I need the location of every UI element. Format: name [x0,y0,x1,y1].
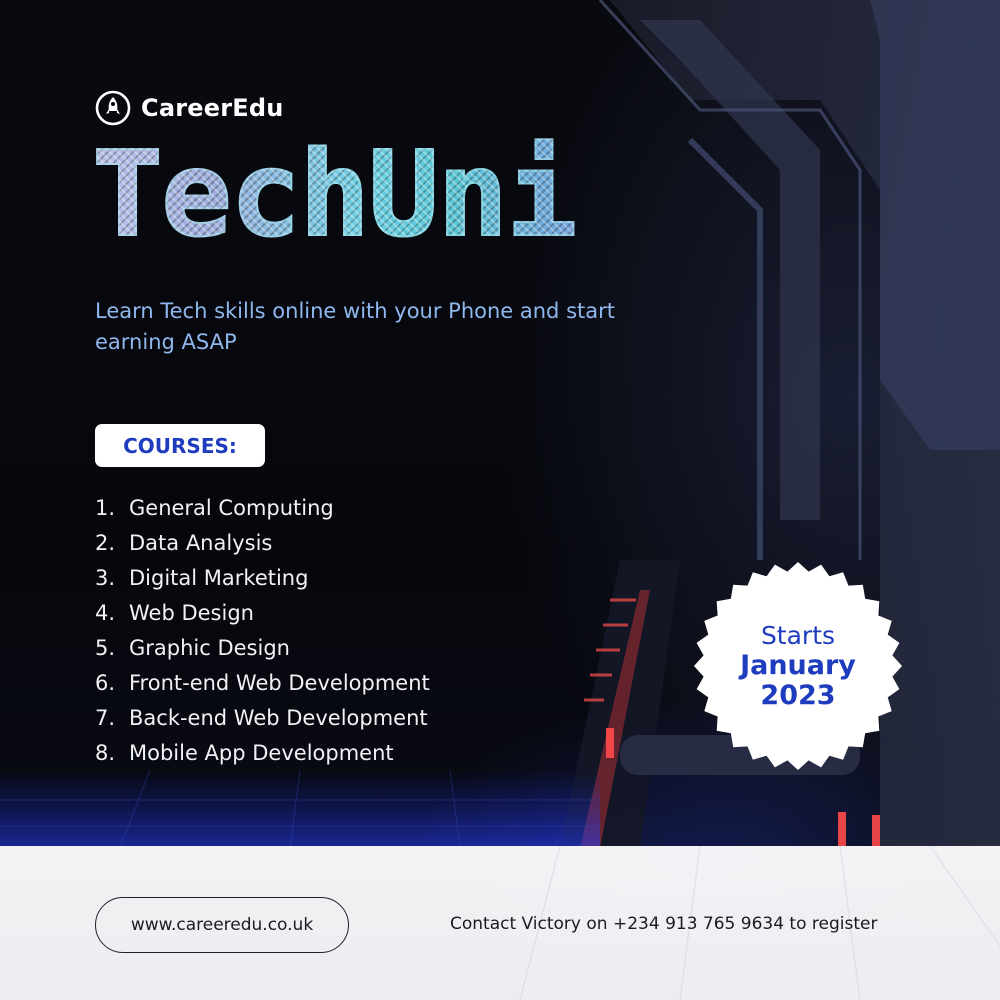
starts-label: Starts [760,621,836,650]
course-name: Graphic Design [129,636,290,660]
course-number: 8. [95,741,116,765]
courses-heading-badge: COURSES: [95,424,265,467]
start-month: January [740,650,856,681]
headline-title-text: TechUni [91,125,578,263]
course-name: Back-end Web Development [129,706,428,730]
course-number: 2. [95,531,116,555]
headline-title: TechUni [91,125,578,263]
course-item: 5. Graphic Design [95,632,430,667]
course-number: 3. [95,566,116,590]
course-name: Data Analysis [129,531,273,555]
website-url: www.careeredu.co.uk [130,915,314,935]
course-list: 1. General Computing 2. Data Analysis 3. Di… [95,492,430,772]
website-link[interactable]: www.careeredu.co.uk [95,897,349,953]
course-name: General Computing [129,496,334,520]
courses-heading: COURSES: [123,433,237,458]
course-item: 4. Web Design [95,597,430,632]
rocket-icon [95,90,131,126]
course-item: 8. Mobile App Development [95,737,430,772]
start-date-badge: Starts January 2023 [692,560,904,772]
course-name: Digital Marketing [129,566,309,590]
course-item: 2. Data Analysis [95,527,430,562]
course-number: 1. [95,496,116,520]
course-item: 6. Front-end Web Development [95,667,430,702]
course-number: 4. [95,601,116,625]
course-name: Mobile App Development [129,741,394,765]
start-year: 2023 [760,680,836,711]
brand-name: CareerEdu [141,94,284,122]
course-item: 3. Digital Marketing [95,562,430,597]
brand-logo: CareerEdu [95,90,284,126]
course-number: 6. [95,671,116,695]
course-number: 5. [95,636,116,660]
tagline: Learn Tech skills online with your Phone… [95,299,615,354]
course-item: 1. General Computing [95,492,430,527]
contact-info: Contact Victory on +234 913 765 9634 to … [450,914,878,934]
course-name: Front-end Web Development [129,671,430,695]
poster: CareerEdu TechUni Learn Tech skills onli… [0,0,1000,1000]
course-number: 7. [95,706,116,730]
course-name: Web Design [129,601,254,625]
course-item: 7. Back-end Web Development [95,702,430,737]
